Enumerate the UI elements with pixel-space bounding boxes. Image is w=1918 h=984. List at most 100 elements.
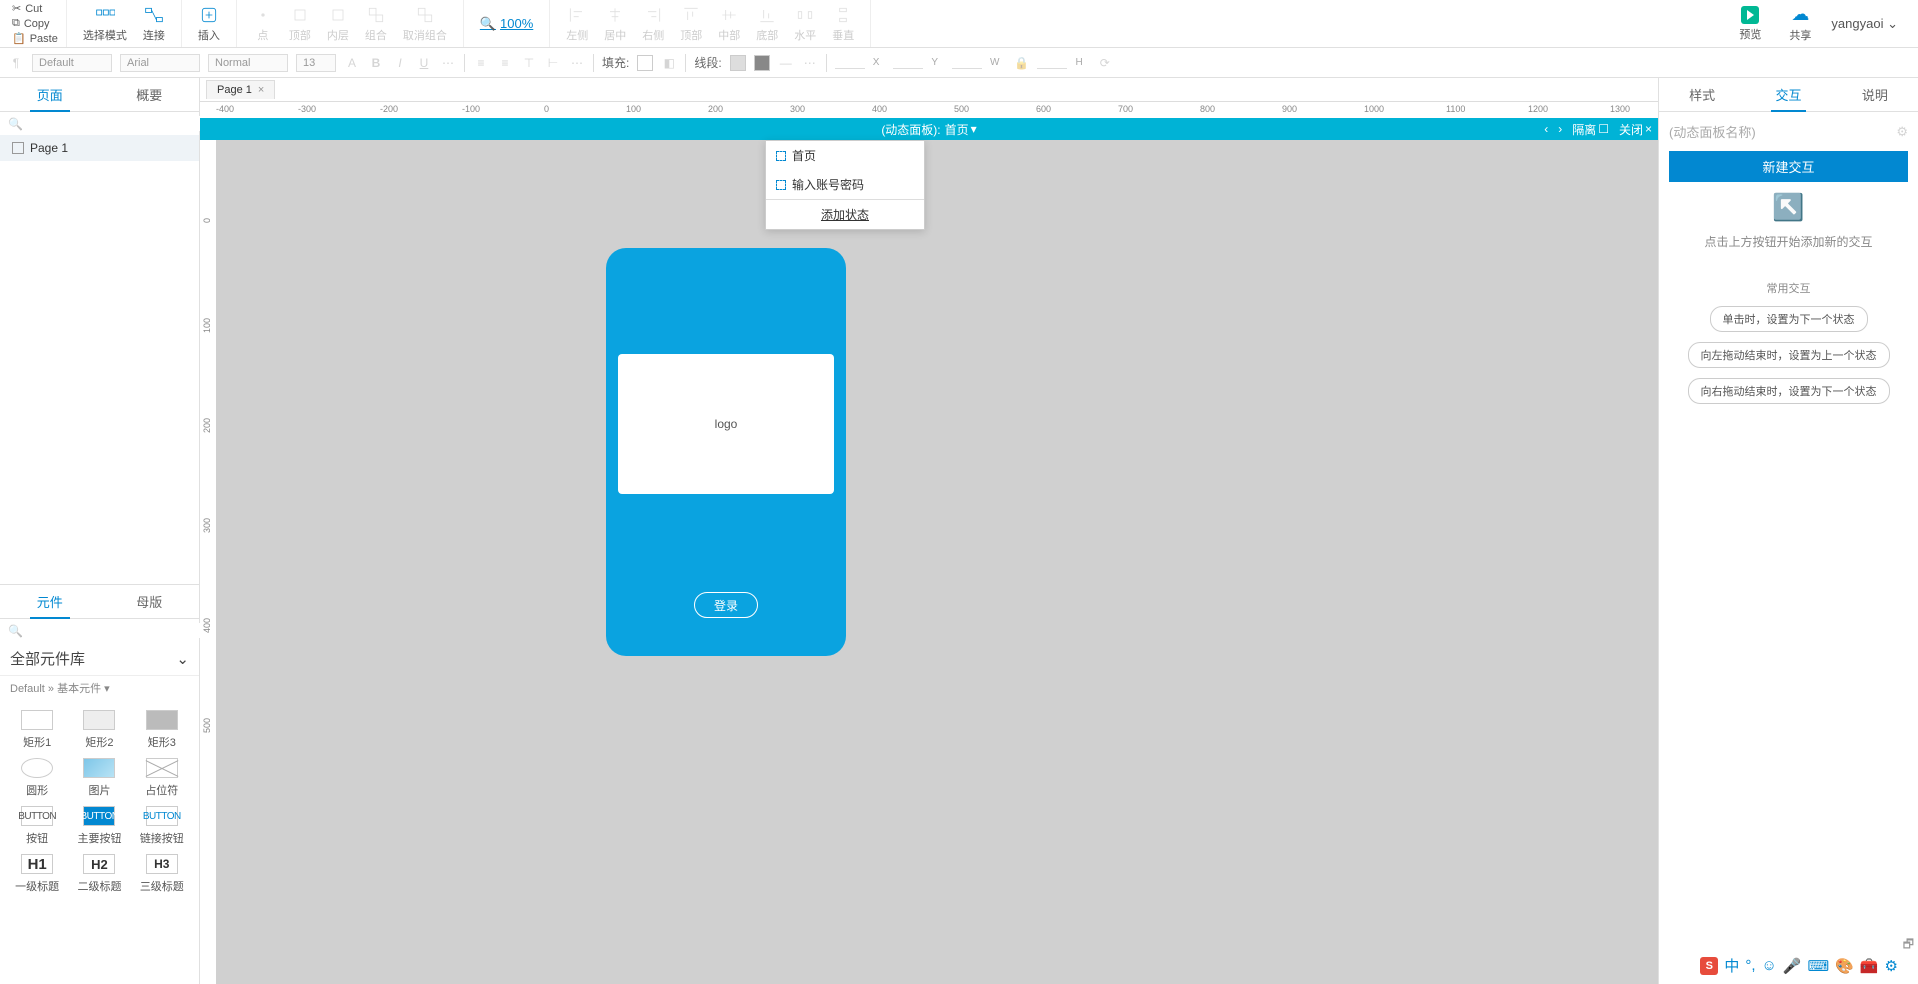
close-icon[interactable]: ×: [258, 84, 264, 96]
state-item-login[interactable]: 输入账号密码: [766, 170, 924, 199]
widgets-search-input[interactable]: [29, 623, 206, 638]
tab-interactions[interactable]: 交互: [1745, 78, 1831, 111]
align-left-button[interactable]: 左侧: [558, 5, 596, 43]
phone-mockup[interactable]: logo 登录: [606, 248, 846, 656]
x-input[interactable]: [835, 56, 865, 69]
tab-notes[interactable]: 说明: [1832, 78, 1918, 111]
widget-button[interactable]: BUTTON按钮: [10, 806, 64, 846]
text-align-left-icon[interactable]: ≡: [473, 55, 489, 71]
pages-search-input[interactable]: [29, 116, 206, 131]
text-valign-top-icon[interactable]: ⊤: [521, 55, 537, 71]
weight-select[interactable]: Normal: [208, 54, 288, 72]
distribute-h-button[interactable]: 水平: [786, 5, 824, 43]
library-selector[interactable]: 全部元件库⌄: [0, 642, 199, 676]
connect-button[interactable]: 连接: [135, 5, 173, 43]
more-align-icon[interactable]: ⋯: [569, 55, 585, 71]
tab-outline[interactable]: 概要: [100, 78, 200, 111]
ime-lang[interactable]: 中: [1724, 955, 1739, 976]
ix-preset-swipe-left[interactable]: 向左拖动结束时，设置为上一个状态: [1688, 342, 1890, 368]
dp-name-field[interactable]: (动态面板名称) ⚙: [1669, 122, 1908, 141]
font-select[interactable]: Arial: [120, 54, 200, 72]
tab-pages[interactable]: 页面: [0, 78, 100, 111]
widget-h2[interactable]: H2二级标题: [72, 854, 126, 894]
widget-placeholder[interactable]: 占位符: [135, 758, 189, 798]
ime-settings-icon[interactable]: ⚙: [1885, 957, 1898, 975]
tab-masters[interactable]: 母版: [100, 585, 200, 618]
widget-h1[interactable]: H1一级标题: [10, 854, 64, 894]
select-mode-button[interactable]: 选择模式: [75, 5, 135, 43]
align-middle-button[interactable]: 中部: [710, 5, 748, 43]
align-bottom-button[interactable]: 底部: [748, 5, 786, 43]
window-restore-icon[interactable]: 🗗: [1903, 935, 1914, 956]
sogou-ime-icon[interactable]: S: [1700, 957, 1718, 975]
insert-button[interactable]: 插入: [190, 5, 228, 43]
align-right-button[interactable]: 右侧: [634, 5, 672, 43]
align-center-h-button[interactable]: 居中: [596, 5, 634, 43]
dp-next-state[interactable]: ›: [1558, 122, 1562, 136]
stroke-width-icon[interactable]: —: [778, 55, 794, 71]
style-select[interactable]: Default: [32, 54, 112, 72]
dp-state-dropdown[interactable]: 首页 ▾: [945, 121, 977, 138]
widget-image[interactable]: 图片: [72, 758, 126, 798]
widget-rect1[interactable]: 矩形1: [10, 710, 64, 750]
settings-icon[interactable]: ⚙: [1896, 124, 1908, 140]
fill-swatch[interactable]: [637, 55, 653, 71]
tab-widgets[interactable]: 元件: [0, 585, 100, 618]
distribute-v-button[interactable]: 垂直: [824, 5, 862, 43]
dp-prev-state[interactable]: ‹: [1544, 122, 1548, 136]
cut-button[interactable]: ✂Cut: [12, 2, 58, 15]
align-top-button[interactable]: 顶部: [672, 5, 710, 43]
ime-skin-icon[interactable]: 🎨: [1835, 957, 1854, 975]
top-button[interactable]: 顶部: [281, 5, 319, 43]
new-interaction-button[interactable]: 新建交互: [1669, 151, 1908, 182]
widget-h3[interactable]: H3三级标题: [135, 854, 189, 894]
stroke-swatch[interactable]: [730, 55, 746, 71]
italic-icon[interactable]: I: [392, 55, 408, 71]
page-tab[interactable]: Page 1 ×: [206, 80, 275, 99]
paste-button[interactable]: 📋Paste: [12, 32, 58, 45]
widget-primary-button[interactable]: BUTTON主要按钮: [72, 806, 126, 846]
canvas[interactable]: logo 登录: [216, 118, 1658, 984]
lock-aspect-icon[interactable]: 🔒: [1013, 55, 1029, 71]
y-input[interactable]: [893, 56, 923, 69]
login-button[interactable]: 登录: [694, 592, 758, 618]
share-button[interactable]: ☁共享: [1781, 4, 1819, 43]
dp-close-button[interactable]: 关闭 ×: [1619, 121, 1652, 138]
bold-icon[interactable]: B: [368, 55, 384, 71]
more-stroke-icon[interactable]: ⋯: [802, 55, 818, 71]
preview-button[interactable]: 预览: [1731, 6, 1769, 42]
library-category[interactable]: Default » 基本元件 ▾: [0, 676, 199, 700]
dp-isolate-button[interactable]: 隔离 ☐: [1572, 121, 1609, 138]
size-select[interactable]: 13: [296, 54, 336, 72]
text-align-center-icon[interactable]: ≡: [497, 55, 513, 71]
h-input[interactable]: [1037, 56, 1067, 69]
ime-punct-icon[interactable]: °,: [1745, 957, 1755, 974]
widget-link-button[interactable]: BUTTON链接按钮: [135, 806, 189, 846]
fill-opacity-icon[interactable]: ◧: [661, 55, 677, 71]
inside-button[interactable]: 内层: [319, 5, 357, 43]
widget-rect2[interactable]: 矩形2: [72, 710, 126, 750]
text-valign-mid-icon[interactable]: ⊢: [545, 55, 561, 71]
ime-keyboard-icon[interactable]: ⌨: [1808, 957, 1830, 975]
rotate-icon[interactable]: ⟳: [1097, 55, 1113, 71]
ime-voice-icon[interactable]: 🎤: [1783, 957, 1802, 975]
ix-preset-click-next[interactable]: 单击时，设置为下一个状态: [1710, 306, 1868, 332]
stroke-swatch-2[interactable]: [754, 55, 770, 71]
logo-box[interactable]: logo: [618, 354, 834, 494]
user-menu[interactable]: yangyaoi ⌄: [1831, 16, 1898, 32]
add-state-button[interactable]: 添加状态: [766, 199, 924, 229]
zoom-control[interactable]: 🔍100%: [472, 16, 541, 32]
ime-toolbox-icon[interactable]: 🧰: [1860, 957, 1879, 975]
ime-emoji-icon[interactable]: ☺: [1762, 957, 1777, 974]
ungroup-button[interactable]: 取消组合: [395, 5, 455, 43]
font-color-icon[interactable]: A: [344, 55, 360, 71]
widget-rect3[interactable]: 矩形3: [135, 710, 189, 750]
group-button[interactable]: 组合: [357, 5, 395, 43]
underline-icon[interactable]: U: [416, 55, 432, 71]
ix-preset-swipe-right[interactable]: 向右拖动结束时，设置为下一个状态: [1688, 378, 1890, 404]
copy-button[interactable]: ⧉Copy: [12, 17, 58, 30]
more-text-icon[interactable]: ⋯: [440, 55, 456, 71]
page-item[interactable]: Page 1: [0, 135, 199, 161]
paragraph-icon[interactable]: ¶: [8, 55, 24, 71]
tab-style[interactable]: 样式: [1659, 78, 1745, 111]
